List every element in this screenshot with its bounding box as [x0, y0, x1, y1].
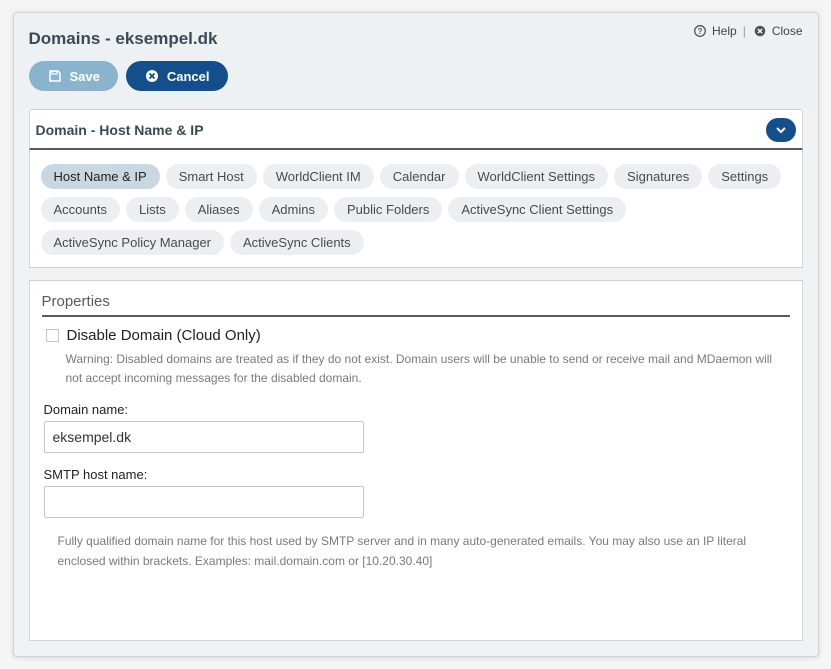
smtp-host-label: SMTP host name: — [44, 467, 790, 482]
smtp-host-input[interactable] — [44, 486, 364, 518]
section-title: Domain - Host Name & IP — [36, 122, 204, 138]
cancel-icon — [144, 68, 160, 84]
tab-activesync-policy-manager[interactable]: ActiveSync Policy Manager — [41, 230, 225, 255]
tab-public-folders[interactable]: Public Folders — [334, 197, 442, 222]
save-label: Save — [70, 69, 100, 84]
tab-activesync-client-settings[interactable]: ActiveSync Client Settings — [448, 197, 626, 222]
chevron-down-icon — [775, 124, 787, 136]
separator: | — [743, 24, 746, 38]
tab-worldclient-im[interactable]: WorldClient IM — [263, 164, 374, 189]
panel-heading: Properties — [42, 293, 790, 317]
header-actions: ? Help | Close — [692, 23, 803, 39]
tab-settings[interactable]: Settings — [708, 164, 781, 189]
tab-smart-host[interactable]: Smart Host — [166, 164, 257, 189]
tab-admins[interactable]: Admins — [259, 197, 328, 222]
close-icon — [752, 23, 768, 39]
save-icon — [47, 68, 63, 84]
tab-accounts[interactable]: Accounts — [41, 197, 120, 222]
tab-list: Host Name & IPSmart HostWorldClient IMCa… — [29, 150, 803, 268]
close-label: Close — [772, 24, 803, 38]
cancel-button[interactable]: Cancel — [126, 61, 228, 91]
section-header: Domain - Host Name & IP — [29, 109, 803, 150]
close-link[interactable]: Close — [752, 23, 803, 39]
domain-name-input[interactable] — [44, 421, 364, 453]
disable-domain-row: Disable Domain (Cloud Only) — [42, 327, 790, 344]
domain-dialog: Domains - eksempel.dk ? Help | Close Sav… — [13, 12, 819, 657]
tab-lists[interactable]: Lists — [126, 197, 179, 222]
save-button[interactable]: Save — [29, 61, 118, 91]
help-icon: ? — [692, 23, 708, 39]
tab-aliases[interactable]: Aliases — [185, 197, 253, 222]
toolbar: Save Cancel — [14, 49, 818, 109]
dialog-header: Domains - eksempel.dk ? Help | Close — [14, 13, 818, 49]
collapse-button[interactable] — [766, 118, 796, 142]
domain-name-label: Domain name: — [44, 402, 790, 417]
svg-text:?: ? — [698, 27, 703, 36]
help-link[interactable]: ? Help — [692, 23, 737, 39]
cancel-label: Cancel — [167, 69, 210, 84]
tab-signatures[interactable]: Signatures — [614, 164, 702, 189]
disable-domain-label: Disable Domain (Cloud Only) — [67, 327, 261, 344]
help-label: Help — [712, 24, 737, 38]
tab-host-name-ip[interactable]: Host Name & IP — [41, 164, 160, 189]
tab-activesync-clients[interactable]: ActiveSync Clients — [230, 230, 364, 255]
tab-worldclient-settings[interactable]: WorldClient Settings — [465, 164, 609, 189]
tab-calendar[interactable]: Calendar — [380, 164, 459, 189]
properties-panel: Properties Disable Domain (Cloud Only) W… — [29, 280, 803, 641]
smtp-host-hint: Fully qualified domain name for this hos… — [42, 532, 790, 570]
disable-domain-hint: Warning: Disabled domains are treated as… — [42, 350, 790, 388]
dialog-title: Domains - eksempel.dk — [29, 23, 218, 49]
disable-domain-checkbox[interactable] — [46, 329, 59, 342]
